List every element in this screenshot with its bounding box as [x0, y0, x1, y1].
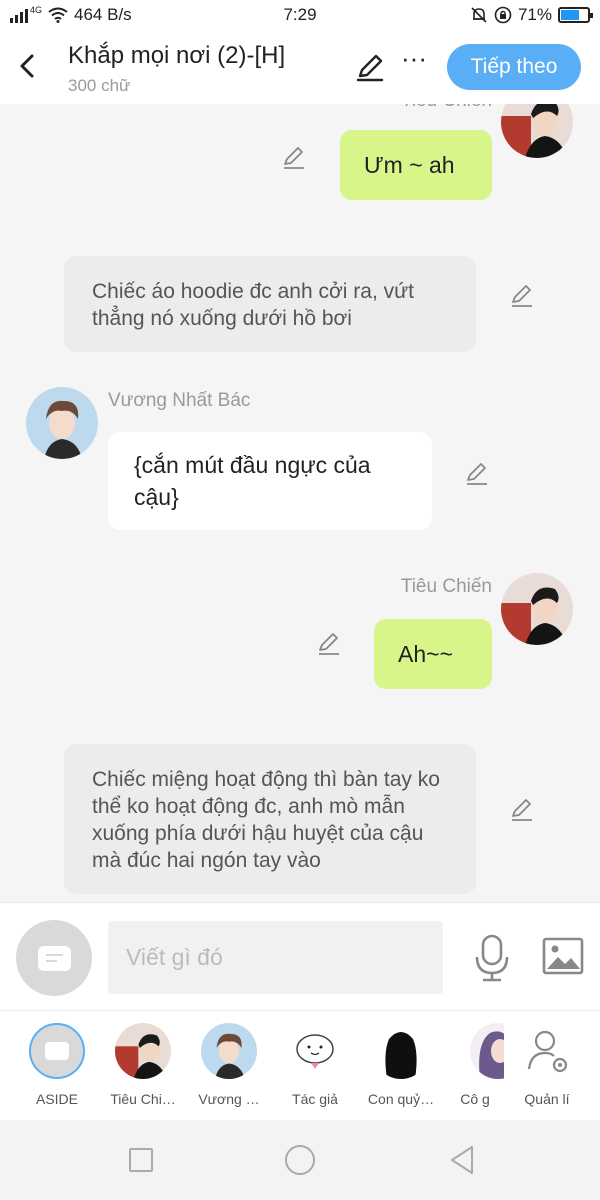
- avatar-vuong-nhat-bac[interactable]: [26, 387, 98, 459]
- battery-percent: 71%: [517, 5, 552, 24]
- sender-name: Vương Nhất Bác: [108, 390, 251, 411]
- edit-message-icon[interactable]: [280, 144, 308, 172]
- sender-name: Tiêu Chiến: [400, 576, 492, 597]
- more-options-icon[interactable]: ···: [398, 45, 430, 80]
- role-label: Con quỷ…: [367, 1091, 435, 1107]
- edit-message-icon[interactable]: [508, 282, 536, 310]
- chat-header: Khắp mọi nơi (2)-[H] 300 chữ ··· Tiếp th…: [0, 30, 600, 104]
- avatar-tieu-chien[interactable]: [501, 573, 573, 645]
- role-manage[interactable]: Quản lí: [506, 1023, 588, 1107]
- role-label: Tác giả: [292, 1091, 338, 1107]
- avatar-tieu-chien[interactable]: [501, 104, 573, 158]
- avatar: [373, 1023, 429, 1079]
- back-arrow-icon[interactable]: [14, 50, 42, 82]
- message-input[interactable]: [108, 921, 443, 994]
- role-con-quy[interactable]: Con quỷ…: [360, 1023, 442, 1107]
- clock: 7:29: [283, 5, 317, 24]
- role-label: Quản lí: [524, 1091, 570, 1107]
- mute-bell-icon: [471, 7, 487, 23]
- edit-message-icon[interactable]: [315, 630, 343, 658]
- sender-name: Tiêu Chiến: [401, 104, 492, 112]
- aside-toggle-button[interactable]: [16, 920, 92, 996]
- image-icon[interactable]: [542, 937, 584, 975]
- narration-bubble[interactable]: Chiếc miệng hoạt động thì bàn tay ko thể…: [64, 744, 476, 894]
- avatar: [115, 1023, 171, 1079]
- input-bar: [0, 902, 600, 1010]
- role-tac-gia[interactable]: Tác giả: [274, 1023, 356, 1107]
- page-title: Khắp mọi nơi (2)-[H]: [68, 42, 286, 69]
- role-label: ASIDE: [35, 1091, 78, 1107]
- rotation-lock-icon: [494, 6, 512, 24]
- edit-message-icon[interactable]: [463, 460, 491, 488]
- edit-message-icon[interactable]: [508, 796, 536, 824]
- role-co-g[interactable]: Cô g: [446, 1023, 504, 1107]
- manage-users-icon: [519, 1023, 575, 1079]
- role-vuong-nhat-bac[interactable]: Vương …: [188, 1023, 270, 1107]
- recent-apps-icon[interactable]: [129, 1148, 153, 1172]
- message-bubble[interactable]: Ah~~: [374, 619, 492, 689]
- home-icon[interactable]: [285, 1145, 315, 1175]
- avatar: [201, 1023, 257, 1079]
- microphone-icon[interactable]: [472, 933, 512, 983]
- chat-area[interactable]: Tiêu Chiến Ưm ~ ah Chiếc áo hoodie đc an…: [0, 104, 600, 902]
- avatar: [287, 1023, 343, 1079]
- message-bubble[interactable]: Ưm ~ ah: [340, 130, 492, 200]
- battery-icon: [558, 7, 593, 23]
- role-label: Vương …: [198, 1091, 260, 1107]
- word-count: 300 chữ: [68, 76, 131, 95]
- character-selector: ASIDE Tiêu Chi… Vương … Tác giả Con quỷ……: [0, 1010, 600, 1120]
- avatar: [470, 1023, 504, 1079]
- message-bubble[interactable]: {cắn mút đầu ngực của cậu}: [108, 432, 432, 530]
- status-bar: 4G 464 B/s 7:29 71%: [0, 0, 600, 30]
- role-tieu-chien[interactable]: Tiêu Chi…: [102, 1023, 184, 1107]
- back-triangle-icon[interactable]: [448, 1144, 476, 1176]
- system-nav-bar: [0, 1120, 600, 1200]
- role-label: Cô g: [460, 1091, 490, 1107]
- role-aside[interactable]: ASIDE: [16, 1023, 98, 1107]
- role-label: Tiêu Chi…: [110, 1091, 176, 1107]
- narration-bubble[interactable]: Chiếc áo hoodie đc anh cởi ra, vứt thẳng…: [64, 256, 476, 352]
- edit-title-icon[interactable]: [354, 52, 386, 84]
- next-button[interactable]: Tiếp theo: [447, 44, 581, 90]
- chat-bubble-icon: [38, 946, 71, 971]
